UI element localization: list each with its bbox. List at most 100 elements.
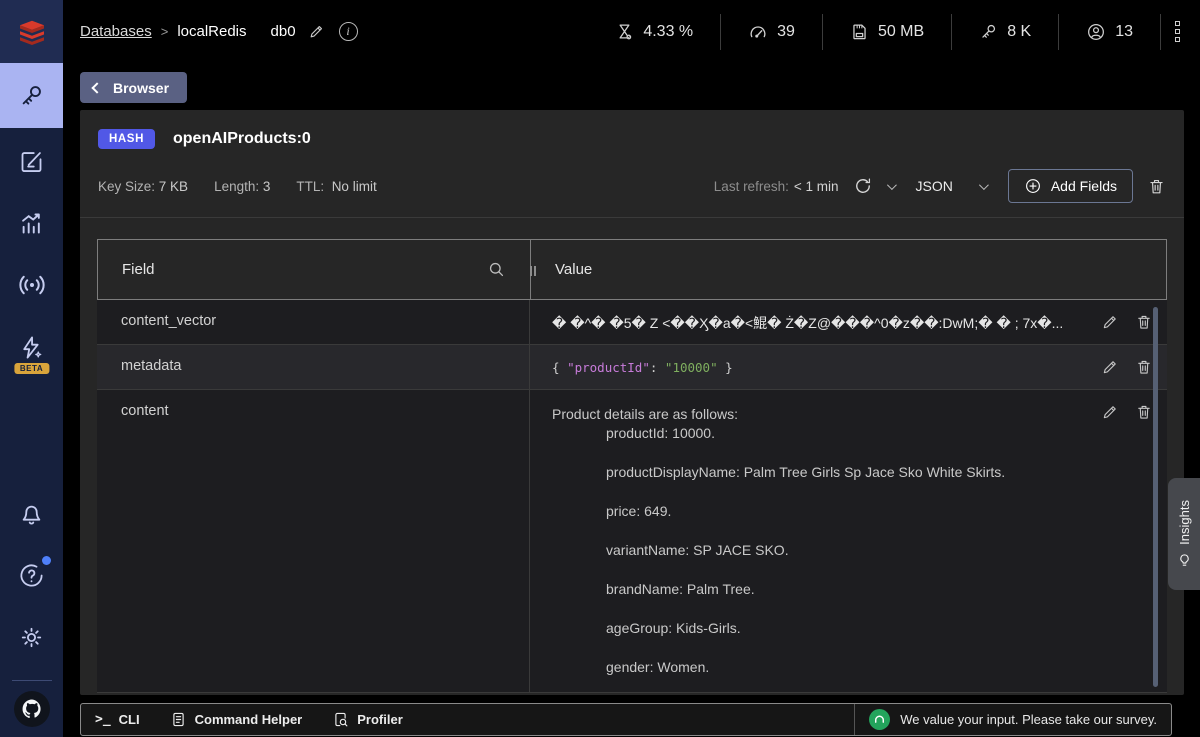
stat-connected-clients: 13 (1059, 22, 1160, 42)
cli-prompt-icon: >_ (95, 712, 111, 727)
sidebar-item-analytics[interactable] (0, 192, 63, 254)
chevron-left-icon (91, 82, 102, 93)
delete-key-button[interactable] (1147, 177, 1166, 196)
last-refresh-value: < 1 min (794, 179, 839, 194)
command-helper-label: Command Helper (195, 712, 303, 727)
stat-cpu-value: 4.33 % (643, 23, 693, 41)
workbench-icon (18, 148, 45, 175)
trash-icon (1135, 358, 1153, 376)
key-icon (18, 82, 45, 109)
sidebar-item-help[interactable] (0, 544, 63, 606)
sidebar-item-triggers-functions[interactable]: BETA (0, 316, 63, 378)
stat-keys-value: 8 K (1007, 23, 1031, 41)
stat-ops-per-sec: 39 (721, 22, 822, 42)
json-key: "productId" (567, 360, 650, 375)
trash-icon (1135, 403, 1153, 421)
content-line: productDisplayName: Palm Tree Girls Sp J… (552, 463, 1089, 482)
stat-memory: 50 MB (823, 22, 951, 41)
breadcrumb-databases[interactable]: Databases (80, 23, 152, 40)
column-resizer-handle[interactable] (530, 266, 536, 276)
value-cell: { "productId": "10000" } (530, 345, 1167, 389)
table-row[interactable]: content Product details are as follows:p… (97, 390, 1167, 693)
edit-field-button[interactable] (1101, 313, 1119, 331)
survey-mascot-icon (869, 709, 890, 730)
table-row[interactable]: content_vector � �^� �5� Z <��Ӽ�a�<鯤� Ż�… (97, 300, 1167, 345)
fields-table: Field Value content_vector (97, 239, 1167, 693)
field-column-label: Field (122, 261, 155, 278)
edit-field-button[interactable] (1101, 358, 1119, 376)
key-size: Key Size: 7 KB (98, 179, 188, 194)
add-fields-button[interactable]: Add Fields (1008, 169, 1133, 203)
github-icon (20, 697, 44, 721)
cli-label: CLI (119, 712, 140, 727)
last-refresh: Last refresh: < 1 min (714, 179, 839, 194)
github-link[interactable] (14, 691, 50, 727)
cli-button[interactable]: >_ CLI (95, 712, 140, 727)
format-selector[interactable]: JSON (916, 178, 986, 194)
command-helper-button[interactable]: Command Helper (170, 711, 303, 728)
delete-field-button[interactable] (1135, 313, 1153, 331)
pencil-icon (1101, 358, 1119, 376)
sidebar-item-pubsub[interactable] (0, 254, 63, 316)
survey-link[interactable]: We value your input. Please take our sur… (854, 704, 1171, 735)
db-info-icon[interactable]: i (339, 22, 358, 41)
sidebar-item-browser[interactable] (0, 63, 63, 128)
profiler-button[interactable]: Profiler (332, 711, 403, 728)
value-cell: Product details are as follows:productId… (530, 390, 1167, 692)
overflow-menu-button[interactable] (1161, 21, 1200, 42)
key-ttl[interactable]: TTL: No limit (296, 179, 376, 194)
column-header-field[interactable]: Field (98, 240, 531, 299)
search-fields-button[interactable] (487, 260, 506, 279)
db-stats: 4.33 % 39 50 MB (588, 0, 1200, 63)
survey-text: We value your input. Please take our sur… (900, 712, 1157, 727)
row-actions (1101, 313, 1153, 331)
column-header-value[interactable]: Value (531, 240, 1166, 299)
breadcrumb-database-name: localRedis (177, 23, 246, 40)
memory-card-icon (850, 22, 869, 41)
key-length: Length: 3 (214, 179, 270, 194)
content-line: ageGroup: Kids-Girls. (552, 619, 1089, 638)
field-cell: content_vector (97, 300, 530, 344)
table-body: content_vector � �^� �5� Z <��Ӽ�a�<鯤� Ż�… (97, 300, 1167, 693)
sidebar-item-settings[interactable] (0, 606, 63, 668)
sidebar-bottom-group (0, 482, 63, 737)
table-scrollbar[interactable] (1153, 307, 1158, 687)
pencil-icon (308, 23, 325, 40)
json-value-text: { "productId": "10000" } (552, 358, 1089, 375)
refresh-options-chevron[interactable] (886, 180, 896, 190)
delete-field-button[interactable] (1135, 358, 1153, 376)
sidebar-item-notifications[interactable] (0, 482, 63, 544)
format-selected-value: JSON (916, 178, 953, 194)
help-icon (18, 562, 45, 589)
plus-circle-icon (1024, 177, 1042, 195)
edit-db-alias-button[interactable] (308, 23, 325, 40)
stat-ops-value: 39 (777, 23, 795, 41)
insights-tab[interactable]: Insights (1168, 478, 1200, 590)
lightbulb-icon (1177, 553, 1192, 568)
document-icon (170, 711, 187, 728)
sidebar-item-workbench[interactable] (0, 130, 63, 192)
refresh-button[interactable] (853, 176, 873, 196)
gauge-icon (748, 22, 768, 42)
content-line: variantName: SP JACE SKO. (552, 541, 1089, 560)
add-fields-label: Add Fields (1051, 178, 1117, 194)
last-refresh-label: Last refresh: (714, 179, 789, 194)
bottom-bar: >_ CLI Command Helper Profiler (80, 703, 1172, 736)
content-line: price: 649. (552, 502, 1089, 521)
kebab-dot (1175, 37, 1180, 42)
field-cell: content (97, 390, 530, 692)
stat-memory-value: 50 MB (878, 23, 924, 41)
redisinsight-window: BETA (0, 0, 1200, 737)
help-notification-dot (42, 556, 51, 565)
value-cell: � �^� �5� Z <��Ӽ�a�<鯤� Ż�Z@���^0�z��:DwM… (530, 300, 1167, 344)
delete-field-button[interactable] (1135, 403, 1153, 421)
redis-logo[interactable] (0, 0, 63, 63)
key-meta-row: Key Size: 7 KB Length: 3 TTL: No limit L… (80, 149, 1184, 203)
profiler-label: Profiler (357, 712, 403, 727)
browser-back-button[interactable]: Browser (80, 72, 187, 103)
edit-field-button[interactable] (1101, 403, 1119, 421)
key-type-badge: HASH (98, 129, 155, 149)
pencil-icon (1101, 403, 1119, 421)
table-row[interactable]: metadata { "productId": "10000" } (97, 345, 1167, 390)
analytics-icon (18, 210, 45, 237)
